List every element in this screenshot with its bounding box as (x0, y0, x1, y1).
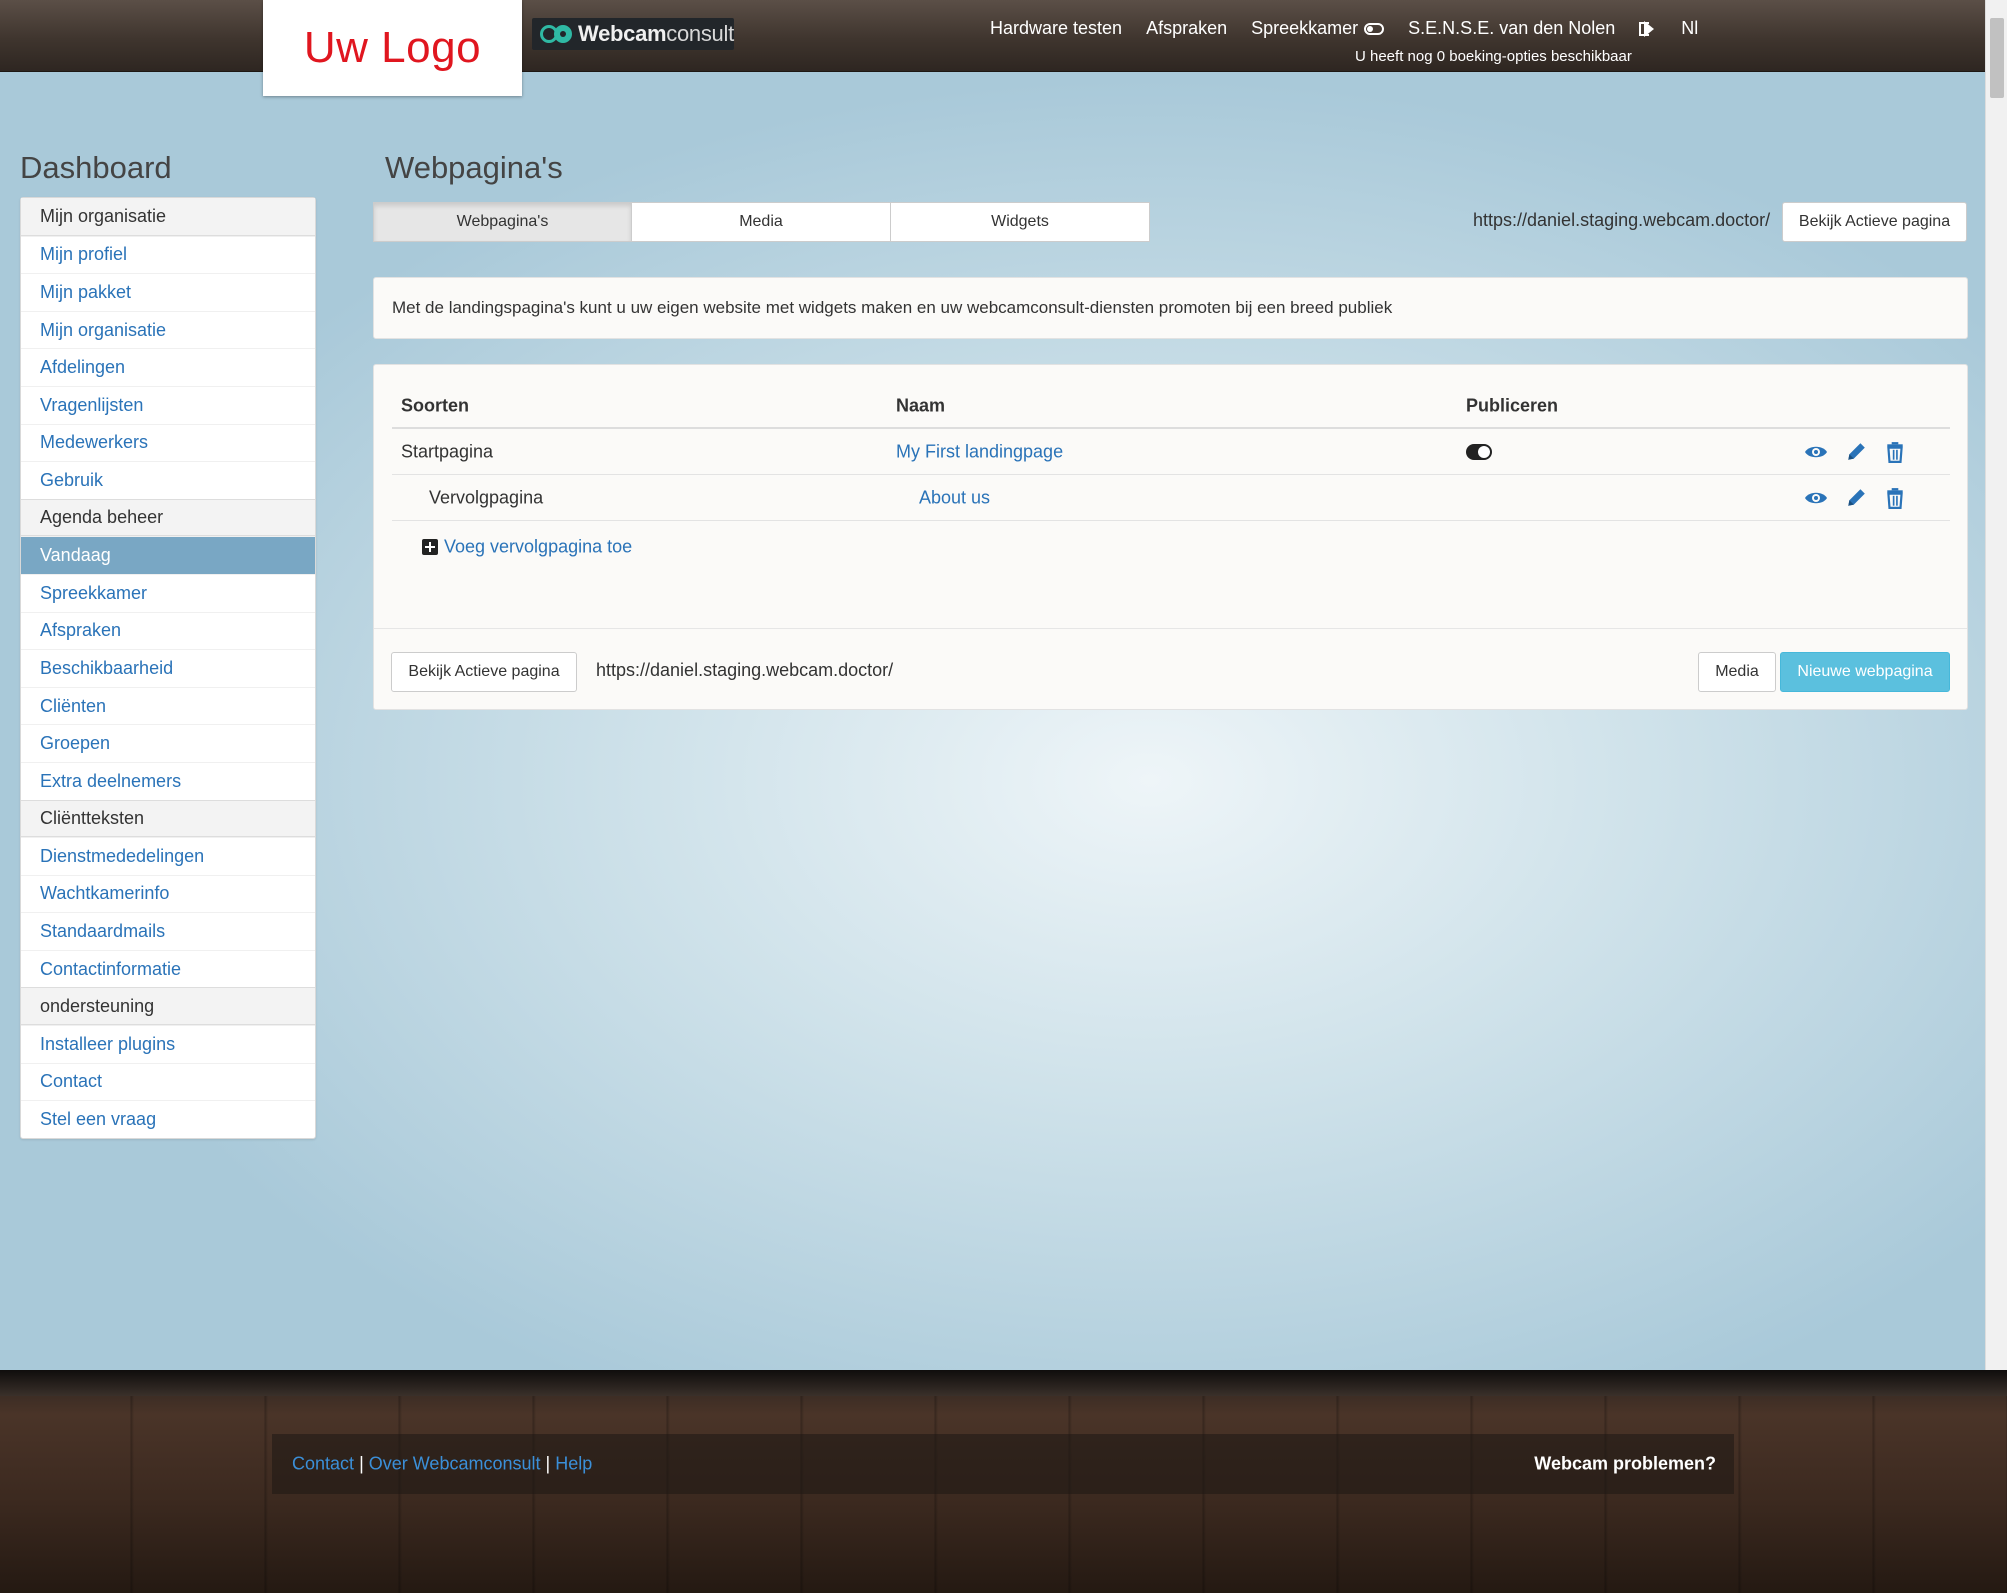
publish-toggle[interactable] (1466, 443, 1492, 460)
logo-text: Uw Logo (303, 23, 482, 72)
table-row: Vervolgpagina About us (392, 475, 1950, 521)
sidebar-item-stel-een-vraag[interactable]: Stel een vraag (21, 1100, 315, 1138)
view-eye-icon[interactable] (1804, 441, 1828, 463)
webcamconsult-brand[interactable]: Webcamconsult (532, 18, 734, 50)
sidebar-item-vandaag[interactable]: Vandaag (21, 536, 315, 574)
view-active-page-button-bottom[interactable]: Bekijk Actieve pagina (391, 652, 577, 692)
media-button[interactable]: Media (1698, 652, 1776, 692)
dashboard-title: Dashboard (20, 150, 172, 185)
footer-link-help[interactable]: Help (555, 1454, 592, 1474)
footer-link-over[interactable]: Over Webcamconsult (369, 1454, 541, 1474)
sidebar-item-gebruik[interactable]: Gebruik (21, 461, 315, 499)
sidebar-section-ondersteuning: ondersteuning (21, 987, 315, 1026)
nav-language[interactable]: Nl (1681, 18, 1698, 39)
sidebar-item-dienstmededelingen[interactable]: Dienstmededelingen (21, 837, 315, 875)
column-naam: Naam (896, 395, 946, 416)
webcam-problems-link[interactable]: Webcam problemen? (1534, 1454, 1716, 1475)
edit-pencil-icon[interactable] (1844, 441, 1868, 463)
sidebar-section-agenda-beheer: Agenda beheer (21, 498, 315, 537)
footer-links: Contact | Over Webcamconsult | Help (292, 1454, 592, 1475)
column-soorten: Soorten (401, 395, 470, 416)
vertical-scrollbar[interactable] (1985, 0, 2007, 1370)
sidebar-section-cliëntteksten: Cliëntteksten (21, 799, 315, 838)
sidebar-item-medewerkers[interactable]: Medewerkers (21, 423, 315, 462)
nav-afspraken[interactable]: Afspraken (1146, 18, 1227, 39)
sidebar-item-mijn-profiel[interactable]: Mijn profiel (21, 235, 315, 274)
add-subpage-row[interactable]: Voeg vervolgpagina toe (392, 525, 1870, 569)
active-page-url-bottom: https://daniel.staging.webcam.doctor/ (596, 660, 894, 680)
info-text: Met de landingspagina's kunt u uw eigen … (392, 298, 1393, 317)
footer-separator: | (545, 1453, 551, 1474)
sidebar-item-beschikbaarheid[interactable]: Beschikbaarheid (21, 649, 315, 687)
delete-trash-icon[interactable] (1883, 487, 1907, 509)
footer-separator: | (359, 1453, 364, 1474)
page-title: Webpagina's (385, 150, 563, 185)
brand-name: Webcamconsult (578, 21, 734, 46)
view-active-page-button[interactable]: Bekijk Actieve pagina (1782, 202, 1967, 242)
booking-info: U heeft nog 0 boeking-opties beschikbaar (1355, 48, 1632, 65)
sidebar-item-afspraken[interactable]: Afspraken (21, 611, 315, 650)
sidebar-item-vragenlijsten[interactable]: Vragenlijsten (21, 385, 315, 424)
add-subpage-link[interactable]: Voeg vervolgpagina toe (444, 537, 632, 558)
table-row: Startpagina My First landingpage (392, 429, 1950, 475)
webcamconsult-logo-icon (540, 25, 572, 43)
sidebar-item-mijn-organisatie[interactable]: Mijn organisatie (21, 310, 315, 349)
table-header-row: Soorten Naam Publiceren (392, 385, 1950, 429)
row-name-link[interactable]: About us (919, 487, 990, 508)
sidebar: Mijn organisatie Mijn profiel Mijn pakket M… (20, 197, 316, 1139)
sidebar-item-cliënten[interactable]: Cliënten (21, 686, 315, 725)
tab-widgets[interactable]: Widgets (891, 202, 1150, 242)
nav-hardware-testen[interactable]: Hardware testen (990, 18, 1122, 39)
sidebar-item-afdelingen[interactable]: Afdelingen (21, 348, 315, 386)
row-type: Vervolgpagina (429, 487, 544, 507)
sidebar-item-extra-deelnemers[interactable]: Extra deelnemers (21, 761, 315, 800)
sidebar-item-wachtkamerinfo[interactable]: Wachtkamerinfo (21, 874, 315, 913)
footer-bar: Contact | Over Webcamconsult | Help Webc… (272, 1434, 1734, 1494)
view-eye-icon[interactable] (1804, 487, 1828, 509)
footer-link-contact[interactable]: Contact (292, 1454, 354, 1474)
organization-logo[interactable]: Uw Logo (263, 0, 522, 96)
nav-user[interactable]: S.E.N.S.E. van den Nolen (1408, 18, 1615, 39)
nav-spreekkamer-label: Spreekkamer (1251, 17, 1359, 38)
scrollbar-thumb[interactable] (1990, 18, 2004, 98)
sidebar-item-mijn-pakket[interactable]: Mijn pakket (21, 273, 315, 311)
tab-bar: Webpagina's Media Widgets (373, 202, 1150, 242)
page-footer: Contact | Over Webcamconsult | Help Webc… (0, 1370, 2007, 1593)
sidebar-item-contactinformatie[interactable]: Contactinformatie (21, 949, 315, 988)
active-page-url: https://daniel.staging.webcam.doctor/ (1473, 210, 1771, 230)
delete-trash-icon[interactable] (1883, 441, 1907, 463)
logout-icon[interactable] (1639, 20, 1657, 37)
new-webpage-button[interactable]: Nieuwe webpagina (1780, 652, 1950, 692)
footer-shadow-band (0, 1370, 2007, 1396)
row-type: Startpagina (401, 441, 494, 461)
tab-webpaginas[interactable]: Webpagina's (373, 202, 632, 242)
tab-media[interactable]: Media (632, 202, 891, 242)
toggle-icon (1364, 22, 1385, 35)
info-panel: Met de landingspagina's kunt u uw eigen … (373, 277, 1968, 339)
top-nav: Hardware testen Afspraken Spreekkamer S.… (990, 16, 1698, 40)
sidebar-item-contact[interactable]: Contact (21, 1062, 315, 1101)
panel-divider (374, 628, 1967, 629)
edit-pencil-icon[interactable] (1844, 487, 1868, 509)
sidebar-item-groepen[interactable]: Groepen (21, 724, 315, 762)
nav-spreekkamer[interactable]: Spreekkamer (1251, 17, 1385, 39)
plus-square-icon (422, 539, 438, 555)
column-publiceren: Publiceren (1466, 395, 1559, 416)
sidebar-item-standaardmails[interactable]: Standaardmails (21, 912, 315, 950)
sidebar-item-installeer-plugins[interactable]: Installeer plugins (21, 1025, 315, 1063)
sidebar-section-mijn-organisatie: Mijn organisatie (21, 198, 315, 236)
row-name-link[interactable]: My First landingpage (896, 441, 1063, 462)
sidebar-item-spreekkamer[interactable]: Spreekkamer (21, 573, 315, 612)
